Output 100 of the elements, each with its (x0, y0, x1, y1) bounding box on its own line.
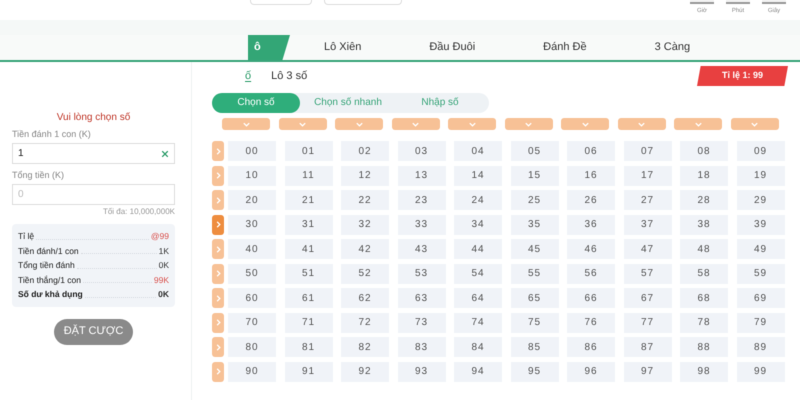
number-cell[interactable]: 23 (398, 190, 446, 210)
number-cell[interactable]: 11 (284, 166, 332, 186)
number-cell[interactable]: 99 (736, 362, 784, 382)
number-cell[interactable]: 79 (736, 312, 784, 332)
number-cell[interactable]: 65 (510, 288, 558, 308)
number-cell[interactable]: 76 (567, 312, 615, 332)
number-cell[interactable]: 87 (624, 337, 672, 357)
number-cell[interactable]: 20 (228, 190, 276, 210)
tab[interactable]: Đánh Đề (509, 35, 621, 60)
number-cell[interactable]: 57 (624, 264, 672, 284)
row-select-button[interactable] (212, 337, 224, 357)
row-select-button[interactable] (212, 166, 224, 186)
number-cell[interactable]: 63 (398, 288, 446, 308)
number-cell[interactable]: 01 (284, 141, 332, 161)
number-cell[interactable]: 50 (228, 264, 276, 284)
number-cell[interactable]: 51 (284, 264, 332, 284)
number-cell[interactable]: 82 (341, 337, 389, 357)
number-cell[interactable]: 59 (736, 264, 784, 284)
number-cell[interactable]: 92 (341, 362, 389, 382)
column-select-button[interactable] (504, 118, 552, 130)
number-cell[interactable]: 93 (398, 362, 446, 382)
number-cell[interactable]: 74 (454, 312, 502, 332)
column-select-button[interactable] (392, 118, 440, 130)
tab[interactable]: Lô Xiên (290, 35, 396, 60)
number-cell[interactable]: 05 (510, 141, 558, 161)
number-cell[interactable]: 35 (510, 214, 558, 234)
number-cell[interactable]: 27 (624, 190, 672, 210)
number-cell[interactable]: 71 (284, 312, 332, 332)
number-cell[interactable]: 37 (624, 214, 672, 234)
number-cell[interactable]: 18 (680, 166, 728, 186)
number-cell[interactable]: 52 (341, 264, 389, 284)
row-select-button[interactable] (212, 190, 224, 210)
number-cell[interactable]: 67 (624, 288, 672, 308)
number-cell[interactable]: 70 (228, 312, 276, 332)
number-cell[interactable]: 13 (398, 166, 446, 186)
column-select-button[interactable] (674, 118, 722, 130)
number-cell[interactable]: 40 (228, 239, 276, 259)
number-cell[interactable]: 80 (228, 337, 276, 357)
number-cell[interactable]: 26 (567, 190, 615, 210)
number-cell[interactable]: 69 (736, 288, 784, 308)
tab[interactable]: Đầu Đuôi (395, 35, 510, 60)
number-cell[interactable]: 41 (284, 239, 332, 259)
number-cell[interactable]: 86 (567, 337, 615, 357)
number-cell[interactable]: 16 (567, 166, 615, 186)
number-cell[interactable]: 83 (398, 337, 446, 357)
number-cell[interactable]: 43 (398, 239, 446, 259)
number-cell[interactable]: 96 (567, 362, 615, 382)
number-cell[interactable]: 95 (510, 362, 558, 382)
number-cell[interactable]: 84 (454, 337, 502, 357)
number-cell[interactable]: 14 (454, 166, 502, 186)
sub-tab[interactable]: Lô 3 số (271, 68, 308, 84)
number-cell[interactable]: 24 (454, 190, 502, 210)
number-cell[interactable]: 72 (341, 312, 389, 332)
number-cell[interactable]: 48 (680, 239, 728, 259)
number-cell[interactable]: 75 (510, 312, 558, 332)
number-cell[interactable]: 58 (680, 264, 728, 284)
column-select-button[interactable] (278, 118, 326, 130)
number-cell[interactable]: 49 (736, 239, 784, 259)
number-cell[interactable]: 60 (228, 288, 276, 308)
row-select-button[interactable] (212, 141, 224, 161)
number-cell[interactable]: 47 (624, 239, 672, 259)
number-cell[interactable]: 46 (567, 239, 615, 259)
number-cell[interactable]: 32 (341, 214, 389, 234)
row-select-button[interactable] (212, 239, 224, 259)
number-cell[interactable]: 98 (680, 362, 728, 382)
number-cell[interactable]: 33 (398, 214, 446, 234)
number-cell[interactable]: 94 (454, 362, 502, 382)
number-cell[interactable]: 34 (454, 214, 502, 234)
number-cell[interactable]: 10 (228, 166, 276, 186)
number-cell[interactable]: 08 (680, 141, 728, 161)
row-select-button[interactable] (212, 264, 224, 284)
number-cell[interactable]: 38 (680, 214, 728, 234)
number-cell[interactable]: 29 (736, 190, 784, 210)
number-cell[interactable]: 44 (454, 239, 502, 259)
column-select-button[interactable] (730, 118, 778, 130)
number-cell[interactable]: 78 (680, 312, 728, 332)
number-cell[interactable]: 00 (228, 141, 276, 161)
number-cell[interactable]: 12 (341, 166, 389, 186)
row-select-button[interactable] (212, 214, 224, 234)
close-icon[interactable] (161, 150, 169, 158)
number-cell[interactable]: 39 (736, 214, 784, 234)
column-select-button[interactable] (561, 118, 609, 130)
number-cell[interactable]: 55 (510, 264, 558, 284)
number-cell[interactable]: 25 (510, 190, 558, 210)
input-field[interactable] (324, 0, 402, 5)
number-cell[interactable]: 66 (567, 288, 615, 308)
number-cell[interactable]: 90 (228, 362, 276, 382)
number-cell[interactable]: 42 (341, 239, 389, 259)
amount-field[interactable]: 1 (12, 143, 175, 164)
number-cell[interactable]: 53 (398, 264, 446, 284)
number-cell[interactable]: 68 (680, 288, 728, 308)
number-cell[interactable]: 56 (567, 264, 615, 284)
number-cell[interactable]: 64 (454, 288, 502, 308)
number-cell[interactable]: 91 (284, 362, 332, 382)
number-cell[interactable]: 97 (624, 362, 672, 382)
number-cell[interactable]: 54 (454, 264, 502, 284)
number-cell[interactable]: 31 (284, 214, 332, 234)
number-cell[interactable]: 22 (341, 190, 389, 210)
column-select-button[interactable] (618, 118, 666, 130)
number-cell[interactable]: 19 (736, 166, 784, 186)
